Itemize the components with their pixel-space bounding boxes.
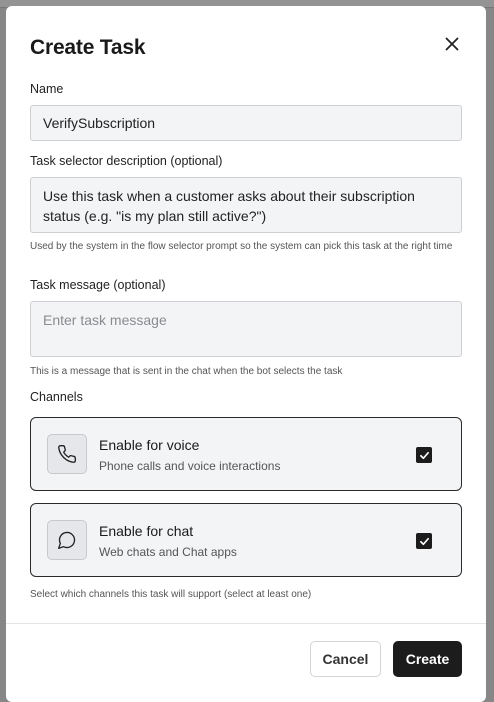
create-task-dialog: Create Task Name Task selector descripti… — [6, 6, 486, 702]
selector-description-textarea[interactable]: Use this task when a customer asks about… — [30, 177, 462, 233]
create-button[interactable]: Create — [393, 641, 462, 677]
channel-icon-box — [47, 520, 87, 560]
checkmark-icon — [419, 451, 429, 459]
channel-title: Enable for chat — [99, 523, 194, 539]
close-button[interactable] — [440, 32, 464, 56]
chat-checkbox[interactable] — [416, 533, 432, 549]
task-message-help: This is a message that is sent in the ch… — [30, 366, 343, 377]
selector-description-help: Used by the system in the flow selector … — [30, 241, 453, 252]
task-message-label: Task message (optional) — [30, 278, 166, 292]
channels-help: Select which channels this task will sup… — [30, 589, 312, 600]
footer-divider — [6, 623, 486, 624]
channel-subtitle: Web chats and Chat apps — [99, 545, 237, 559]
close-icon — [445, 37, 459, 51]
chat-bubble-icon — [58, 531, 76, 549]
phone-icon — [58, 444, 77, 463]
channels-label: Channels — [30, 390, 83, 404]
selector-description-label: Task selector description (optional) — [30, 154, 223, 168]
channel-icon-box — [47, 434, 87, 474]
checkmark-icon — [419, 537, 429, 545]
name-input[interactable] — [30, 105, 462, 141]
task-message-textarea[interactable] — [30, 301, 462, 357]
cancel-button[interactable]: Cancel — [310, 641, 381, 677]
dialog-title: Create Task — [30, 36, 146, 59]
channel-title: Enable for voice — [99, 437, 200, 453]
channel-card-chat[interactable]: Enable for chat Web chats and Chat apps — [30, 503, 462, 577]
channel-subtitle: Phone calls and voice interactions — [99, 459, 281, 473]
name-label: Name — [30, 82, 64, 96]
channel-card-voice[interactable]: Enable for voice Phone calls and voice i… — [30, 417, 462, 491]
voice-checkbox[interactable] — [416, 447, 432, 463]
